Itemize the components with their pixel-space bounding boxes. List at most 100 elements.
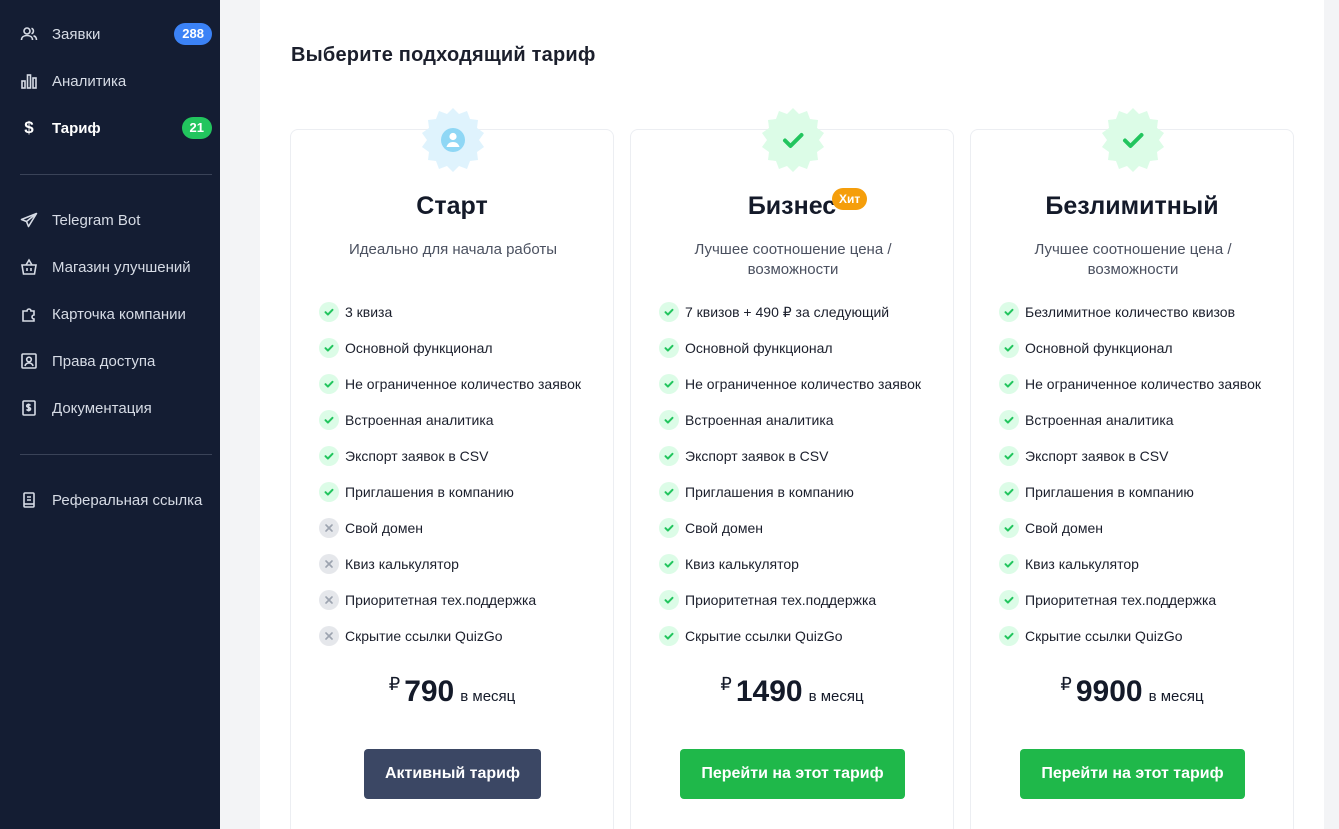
feature-label: Основной функционал <box>685 340 833 356</box>
sidebar-item-label: Telegram Bot <box>52 211 141 229</box>
users-icon <box>20 25 38 43</box>
feature-item: Свой домен <box>659 517 763 539</box>
price-period: в месяц <box>460 688 516 705</box>
feature-item: 7 квизов + 490 ₽ за следующий <box>659 301 889 323</box>
feature-label: Не ограниченное количество заявок <box>345 376 581 392</box>
check-seal-icon <box>1099 106 1167 174</box>
price-amount: 790 <box>404 675 455 708</box>
feature-label: Экспорт заявок в CSV <box>345 448 489 464</box>
plan-name: Старт <box>416 192 488 220</box>
user-seal-icon <box>419 106 487 174</box>
check-icon <box>319 446 339 466</box>
check-icon <box>999 374 1019 394</box>
price-amount: 1490 <box>735 675 803 708</box>
feature-label: Не ограниченное количество заявок <box>685 376 921 392</box>
feature-item: Приглашения в компанию <box>319 481 514 503</box>
feature-label: Свой домен <box>685 520 763 536</box>
check-icon <box>659 374 679 394</box>
telegram-icon <box>20 211 38 229</box>
sidebar-item-label: Заявки <box>52 25 101 43</box>
feature-label: Встроенная аналитика <box>345 412 494 428</box>
requests-count-badge: 288 <box>174 23 212 45</box>
sidebar-item-company-card[interactable]: Карточка компании <box>0 296 220 332</box>
main-panel: Выберите подходящий тариф Старт Идеально… <box>260 0 1324 829</box>
currency-symbol: ₽ <box>1060 674 1072 694</box>
plan-name: Безлимитный <box>1045 192 1219 220</box>
plan-description: Идеально для начала работы <box>348 241 558 258</box>
feature-label: Экспорт заявок в CSV <box>685 448 829 464</box>
check-icon <box>999 338 1019 358</box>
user-square-icon <box>20 352 38 370</box>
feature-item: Встроенная аналитика <box>319 409 494 431</box>
feature-label: Приоритетная тех.поддержка <box>345 592 537 608</box>
feature-label: Экспорт заявок в CSV <box>1025 448 1169 464</box>
switch-plan-button[interactable]: Перейти на этот тариф <box>680 749 905 799</box>
sidebar-item-upgrade-store[interactable]: Магазин улучшений <box>0 249 220 285</box>
check-seal-icon <box>759 106 827 174</box>
check-icon <box>999 446 1019 466</box>
plan-price: ₽ 1490 в месяц <box>631 674 953 709</box>
plan-description: Лучшее соотношение цена / возможности <box>694 241 892 278</box>
document-dollar-icon <box>20 399 38 417</box>
feature-item: Не ограниченное количество заявок <box>999 373 1261 395</box>
feature-label: Основной функционал <box>1025 340 1173 356</box>
sidebar-item-analytics[interactable]: Аналитика <box>0 63 220 99</box>
feature-item: Свой домен <box>319 517 423 539</box>
feature-item: Скрытие ссылки QuizGo <box>999 625 1183 647</box>
feature-label: Свой домен <box>345 520 423 536</box>
feature-item: Приглашения в компанию <box>659 481 854 503</box>
feature-label: Не ограниченное количество заявок <box>1025 376 1261 392</box>
feature-label: Приоритетная тех.поддержка <box>1025 592 1217 608</box>
feature-item: Основной функционал <box>659 337 833 359</box>
check-icon <box>659 338 679 358</box>
cross-icon <box>319 518 339 538</box>
feature-label: 7 квизов + 490 ₽ за следующий <box>685 303 890 320</box>
check-icon <box>659 518 679 538</box>
bar-chart-icon <box>20 72 38 90</box>
feature-label: Безлимитное количество квизов <box>1025 304 1236 320</box>
feature-label: Свой домен <box>1025 520 1103 536</box>
feature-label: Приглашения в компанию <box>345 484 514 500</box>
feature-item: Основной функционал <box>319 337 493 359</box>
sidebar-item-requests[interactable]: Заявки 288 <box>0 16 220 52</box>
switch-plan-button[interactable]: Перейти на этот тариф <box>1020 749 1245 799</box>
sidebar: Заявки 288 Аналитика $ Тариф 21 Telegram… <box>0 0 220 829</box>
feature-label: Квиз калькулятор <box>685 556 799 572</box>
sidebar-item-label: Магазин улучшений <box>52 258 191 276</box>
feature-item: Приоритетная тех.поддержка <box>319 589 536 611</box>
plan-price: ₽ 9900 в месяц <box>971 674 1293 709</box>
page-title: Выберите подходящий тариф <box>291 44 596 66</box>
feature-item: Приоритетная тех.поддержка <box>659 589 876 611</box>
puzzle-icon <box>20 305 38 323</box>
sidebar-divider <box>20 454 212 455</box>
sidebar-item-referral-link[interactable]: Реферальная ссылка <box>0 482 220 518</box>
feature-item: Свой домен <box>999 517 1103 539</box>
feature-item: Приоритетная тех.поддержка <box>999 589 1216 611</box>
tariff-count-badge: 21 <box>181 117 212 139</box>
plan-card-start: Старт Идеально для начала работы 3 квиза… <box>290 108 614 829</box>
sidebar-divider <box>20 174 212 175</box>
feature-item: Не ограниченное количество заявок <box>319 373 581 395</box>
sidebar-item-telegram-bot[interactable]: Telegram Bot <box>0 202 220 238</box>
check-icon <box>659 302 679 322</box>
sidebar-item-label: Права доступа <box>52 352 156 370</box>
feature-label: Квиз калькулятор <box>1025 556 1139 572</box>
plan-price: ₽ 790 в месяц <box>291 674 613 709</box>
dollar-icon: $ <box>24 118 34 137</box>
feature-label: Приоритетная тех.поддержка <box>685 592 877 608</box>
feature-label: Основной функционал <box>345 340 493 356</box>
basket-icon <box>20 258 38 276</box>
active-plan-button[interactable]: Активный тариф <box>364 749 541 799</box>
feature-item: Основной функционал <box>999 337 1173 359</box>
feature-item: Скрытие ссылки QuizGo <box>319 625 503 647</box>
hit-badge: Хит <box>832 188 868 210</box>
check-icon <box>319 374 339 394</box>
sidebar-item-label: Аналитика <box>52 72 127 90</box>
sidebar-item-tariff[interactable]: $ Тариф 21 <box>0 110 220 146</box>
sidebar-item-documentation[interactable]: Документация <box>0 390 220 426</box>
sidebar-item-access-rights[interactable]: Права доступа <box>0 343 220 379</box>
check-icon <box>999 410 1019 430</box>
check-icon <box>319 482 339 502</box>
check-icon <box>659 626 679 646</box>
feature-item: Встроенная аналитика <box>659 409 834 431</box>
